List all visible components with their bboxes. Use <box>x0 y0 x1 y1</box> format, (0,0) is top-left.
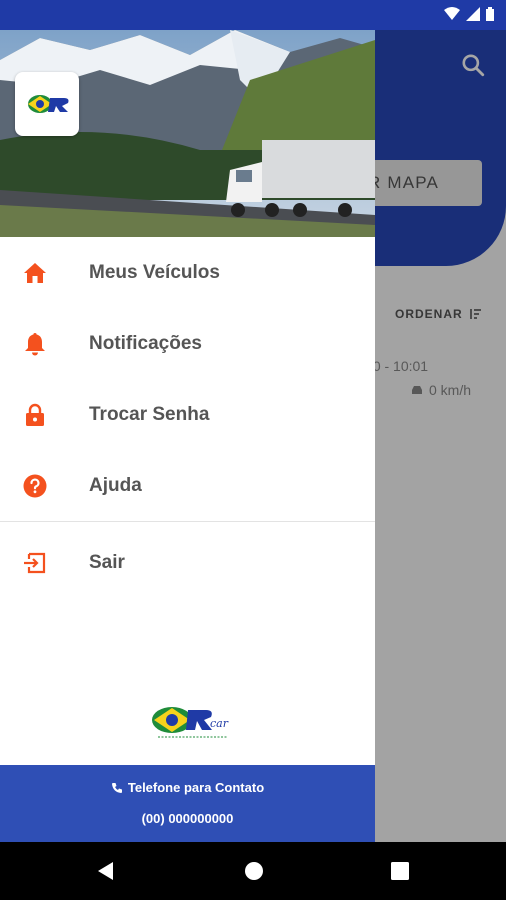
app-logo <box>15 72 79 136</box>
menu-label: Sair <box>89 552 125 573</box>
contact-label: Telefone para Contato <box>0 780 375 795</box>
navigation-drawer: Meus Veículos Notificações Trocar Senha … <box>0 30 375 842</box>
menu-item-sair[interactable]: Sair <box>0 522 375 604</box>
bell-icon <box>23 332 47 356</box>
recents-icon[interactable] <box>389 860 411 882</box>
status-icons <box>444 7 494 21</box>
menu-label: Ajuda <box>89 474 142 496</box>
drawer-menu: Meus Veículos Notificações Trocar Senha … <box>0 237 375 604</box>
back-icon[interactable] <box>95 860 117 882</box>
help-icon <box>23 474 47 498</box>
status-bar <box>0 0 506 30</box>
menu-item-trocar-senha[interactable]: Trocar Senha <box>0 379 375 450</box>
contact-footer[interactable]: Telefone para Contato (00) 000000000 <box>0 765 375 842</box>
wifi-icon <box>444 7 460 20</box>
contact-phone: (00) 000000000 <box>141 811 234 826</box>
brcar-footer-logo: car <box>152 707 229 738</box>
contact-label-text: Telefone para Contato <box>127 780 265 795</box>
drawer-header-image <box>0 30 375 237</box>
exit-icon <box>23 551 47 575</box>
phone-icon <box>111 782 122 793</box>
svg-text:car: car <box>210 717 229 730</box>
signal-icon <box>466 7 480 21</box>
battery-icon <box>486 7 494 21</box>
menu-label: Notificações <box>89 332 202 354</box>
menu-label: Trocar Senha <box>89 403 210 425</box>
home-icon <box>23 261 47 285</box>
menu-item-meus-veiculos[interactable]: Meus Veículos <box>0 237 375 308</box>
menu-item-notificacoes[interactable]: Notificações <box>0 308 375 379</box>
system-nav-bar <box>0 842 506 900</box>
menu-label: Meus Veículos <box>89 261 220 283</box>
home-nav-icon[interactable] <box>243 860 265 882</box>
brcar-logo-mark <box>28 95 69 113</box>
lock-icon <box>23 403 47 427</box>
menu-item-ajuda[interactable]: Ajuda <box>0 450 375 521</box>
